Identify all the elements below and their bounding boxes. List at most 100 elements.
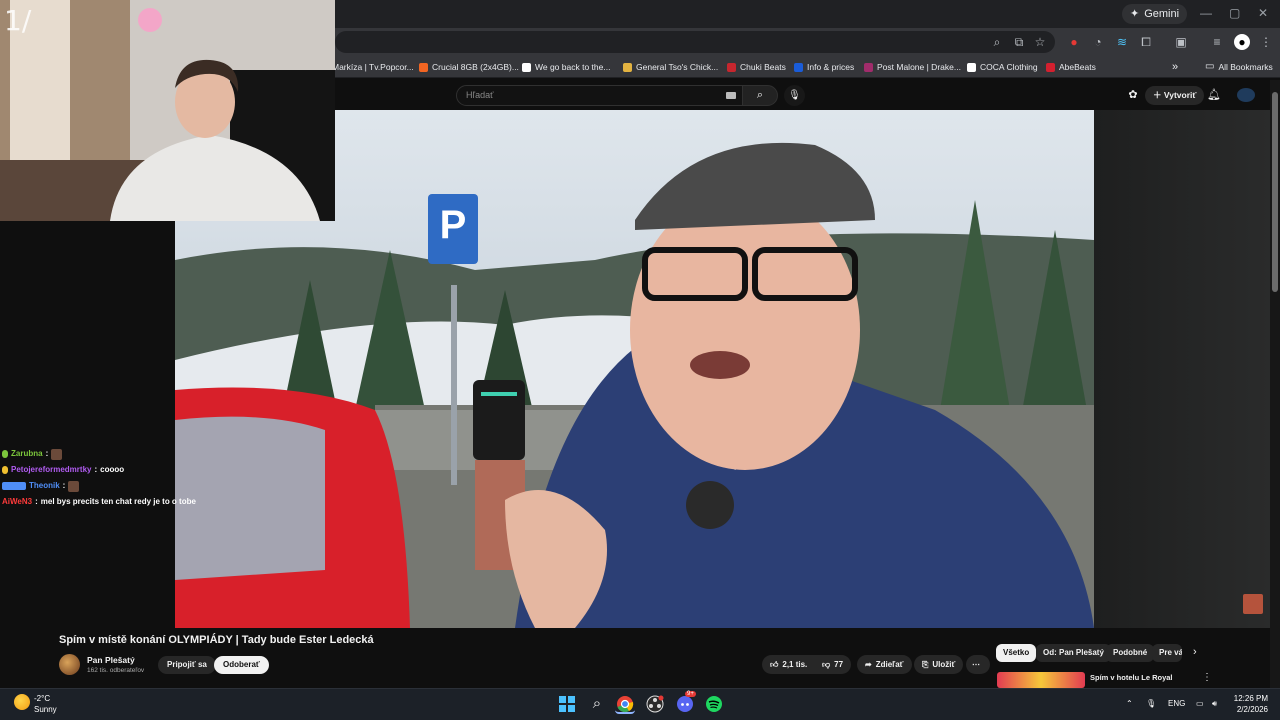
weather-sun-icon[interactable] xyxy=(14,694,30,710)
bookmark-item[interactable]: General Tso's Chick... xyxy=(623,60,718,74)
all-bookmarks-button[interactable]: ▭ All Bookmarks xyxy=(1205,60,1273,74)
favicon-icon xyxy=(967,62,976,72)
bookmark-item[interactable]: Markíza | Tv.Popcor... xyxy=(332,60,414,74)
join-button[interactable]: Pripojiť sa xyxy=(158,656,216,674)
chat-message: Theonik : xyxy=(2,478,242,494)
clock-date: 2/2/2026 xyxy=(1236,705,1268,714)
spotify-logo-icon xyxy=(706,696,722,712)
chevron-right-double-icon[interactable]: » xyxy=(1172,60,1178,74)
bookmark-label: Crucial 8GB (2x4GB)... xyxy=(432,62,519,72)
search-icon[interactable]: ⌕ xyxy=(587,694,607,714)
chevron-up-icon[interactable]: ⌃ xyxy=(1126,699,1133,708)
favicon-icon xyxy=(864,62,873,72)
subscribe-button[interactable]: Odoberať xyxy=(214,656,269,674)
clock[interactable]: 12:26 PM 2/2/2026 xyxy=(1232,693,1268,715)
menu-icon[interactable]: ⋮ xyxy=(1258,34,1274,50)
bookmark-item[interactable]: We go back to the... xyxy=(522,60,610,74)
extension-record-icon[interactable]: ● xyxy=(1066,34,1082,50)
chip-from-channel[interactable]: Od: Pan Plešatý xyxy=(1036,644,1111,662)
bookmark-label: General Tso's Chick... xyxy=(636,62,719,72)
share-icon: ➦ xyxy=(865,660,872,669)
all-bookmarks-label: All Bookmarks xyxy=(1218,62,1273,72)
weather-condition[interactable]: Sunny xyxy=(34,705,57,714)
channel-avatar[interactable] xyxy=(59,654,80,675)
bookmark-item[interactable]: Chuki Beats xyxy=(727,60,786,74)
spotify-icon[interactable] xyxy=(704,694,724,714)
create-button[interactable]: ＋ Vytvoriť xyxy=(1145,86,1205,105)
chat-username: Theonik xyxy=(29,481,60,490)
more-icon[interactable]: ⋮ xyxy=(1202,672,1212,683)
discord-logo-icon xyxy=(677,696,693,712)
chip-for-you[interactable]: Pre vás xyxy=(1152,644,1182,662)
bookmark-label: Info & prices xyxy=(807,62,855,72)
chat-text: mel bys precits ten chat redy je to o to… xyxy=(40,497,196,506)
chip-all[interactable]: Všetko xyxy=(996,644,1037,662)
bookmark-label: Post Malone | Drake... xyxy=(877,62,961,72)
avatar[interactable] xyxy=(1237,88,1255,102)
maximize-icon[interactable]: ▢ xyxy=(1229,6,1240,20)
chat-separator: : xyxy=(62,481,66,490)
chat-separator: : xyxy=(45,449,49,458)
close-icon[interactable]: ✕ xyxy=(1258,6,1268,20)
install-icon[interactable]: ⧉ xyxy=(1011,34,1027,50)
dislike-button[interactable]: 👎︎ 77 xyxy=(814,655,852,674)
language-indicator[interactable]: ENG xyxy=(1168,699,1185,708)
chrome-icon[interactable] xyxy=(615,694,635,714)
weather-temperature[interactable]: -2°C xyxy=(34,694,50,703)
counter-label: 1/ xyxy=(4,4,32,37)
bookmark-item[interactable]: Info & prices xyxy=(794,60,854,74)
obs-icon[interactable] xyxy=(645,694,665,714)
favicon-icon xyxy=(1046,62,1055,72)
chat-separator: : xyxy=(35,497,38,506)
chat-username: Petojereformedmrtky xyxy=(11,465,92,474)
badge-icon xyxy=(2,482,26,490)
badge-icon xyxy=(2,466,8,474)
chevron-right-icon[interactable]: › xyxy=(1193,646,1197,658)
network-icon[interactable]: ▭ xyxy=(1196,699,1204,708)
microphone-icon[interactable]: 🎙︎ xyxy=(1146,699,1156,708)
minimize-icon[interactable]: — xyxy=(1200,6,1212,20)
more-actions-button[interactable]: ⋯ xyxy=(966,655,990,674)
svg-text:P: P xyxy=(440,203,467,247)
bookmark-item[interactable]: Crucial 8GB (2x4GB)... xyxy=(419,60,519,74)
discord-icon[interactable]: 9+ xyxy=(675,691,696,714)
scrollbar-thumb[interactable] xyxy=(1272,92,1278,292)
obs-logo-icon xyxy=(646,695,664,713)
zoom-icon[interactable]: ⌕ xyxy=(989,34,1005,50)
chat-username: Zarubna xyxy=(11,449,43,458)
recommendation-title[interactable]: Spím v hotelu Le Royal xyxy=(1090,673,1173,682)
webcam-overlay: 1/ xyxy=(0,0,335,221)
start-icon[interactable] xyxy=(557,694,577,714)
profile-avatar[interactable]: ● xyxy=(1234,34,1250,50)
gemini-button[interactable]: ✦ Gemini xyxy=(1122,4,1188,24)
extension-wave-icon[interactable]: ≋ xyxy=(1114,34,1130,50)
clock-time: 12:26 PM xyxy=(1233,694,1268,703)
extension-icon[interactable]: ◔ xyxy=(1090,34,1106,50)
address-bar[interactable] xyxy=(335,31,1055,53)
favicon-icon xyxy=(727,62,736,72)
like-button[interactable]: 👍︎ 2,1 tis. xyxy=(762,655,816,674)
chat-separator: : xyxy=(94,465,98,474)
share-button[interactable]: ➦ Zdieľať xyxy=(857,655,912,674)
volume-icon[interactable]: 🔊︎ xyxy=(1212,699,1217,709)
thumbs-up-icon: 👍︎ xyxy=(770,660,779,669)
bookmark-item[interactable]: AbeBeats xyxy=(1046,60,1096,74)
bookmark-item[interactable]: Post Malone | Drake... xyxy=(864,60,961,74)
bell-icon[interactable]: 🔔︎ xyxy=(1207,88,1221,102)
extension-icon[interactable]: ✿ xyxy=(1126,88,1140,102)
puzzle-icon[interactable]: ⧠ xyxy=(1138,34,1154,50)
cast-icon[interactable]: ▣ xyxy=(1173,34,1189,50)
channel-name[interactable]: Pan Plešatý xyxy=(87,655,135,665)
search-button[interactable]: ⌕ xyxy=(742,85,778,106)
taskbar xyxy=(0,688,1280,720)
recommendation-thumbnail[interactable] xyxy=(997,672,1085,688)
chip-related[interactable]: Podobné xyxy=(1106,644,1155,662)
star-icon[interactable]: ☆ xyxy=(1032,34,1048,50)
bookmark-label: Chuki Beats xyxy=(740,62,786,72)
bookmark-item[interactable]: COCA Clothing xyxy=(967,60,1038,74)
search-input[interactable]: Hľadať xyxy=(456,85,746,106)
keyboard-icon[interactable] xyxy=(726,92,736,99)
media-controls-icon[interactable]: ≡ xyxy=(1209,34,1225,50)
save-button[interactable]: ⎘ Uložiť xyxy=(914,655,964,674)
voice-search-button[interactable]: 🎙 xyxy=(784,85,805,106)
